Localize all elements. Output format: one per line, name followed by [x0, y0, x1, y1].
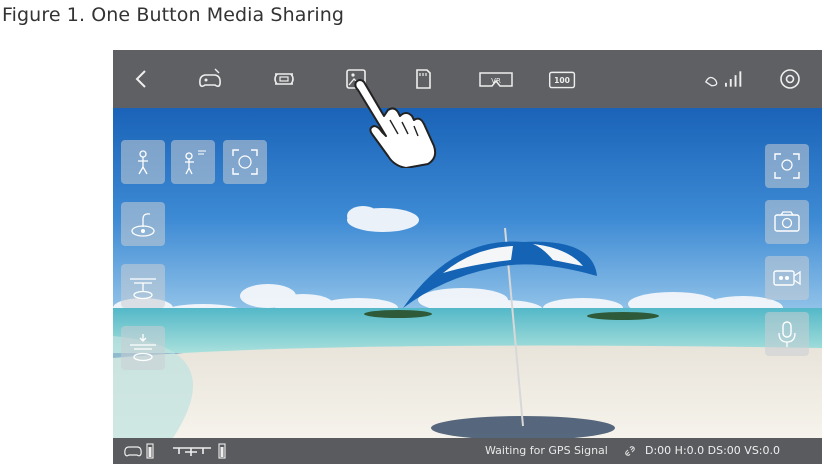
vr-button[interactable]: VR [475, 62, 517, 96]
svg-text:VR: VR [491, 77, 501, 85]
gimbal-follow-button[interactable] [121, 202, 165, 246]
drone-app-screen: VR 100 Waiting for GPS Signal D:00 H:0.0… [113, 50, 822, 464]
face-track-button[interactable] [223, 140, 267, 184]
video-record-icon [773, 270, 801, 286]
signal-status [701, 62, 749, 96]
camera-photo-button[interactable] [765, 200, 809, 244]
face-recognition-button[interactable] [765, 144, 809, 188]
gps-status-text: Waiting for GPS Signal [485, 444, 608, 457]
settings-gear-icon [780, 69, 800, 89]
camera-preview [113, 108, 822, 438]
back-button[interactable] [125, 62, 159, 96]
back-chevron-icon [135, 70, 146, 88]
takeoff-fast-button[interactable] [171, 140, 215, 184]
bottom-status-bar: Waiting for GPS Signal D:00 H:0.0 DS:00 … [113, 438, 822, 464]
drone-frame-button[interactable] [267, 62, 301, 96]
speed-100-icon: 100 [548, 71, 576, 89]
face-track-icon [232, 149, 258, 175]
takeoff-person-button[interactable] [121, 140, 165, 184]
drone-battery-icon [173, 443, 226, 459]
telemetry-readout: D:00 H:0.0 DS:00 VS:0.0 [645, 444, 780, 457]
figure-caption: Figure 1. One Button Media Sharing [2, 4, 345, 26]
takeoff-person-icon [138, 150, 148, 175]
top-toolbar: VR 100 [113, 50, 822, 108]
flight-controller-button[interactable] [193, 62, 227, 96]
takeoff-fast-icon [185, 150, 206, 175]
landing-mode-icon [130, 334, 156, 362]
vr-icon: VR [479, 72, 513, 87]
pointing-hand-icon [354, 79, 437, 168]
video-record-button[interactable] [765, 256, 809, 300]
camera-photo-icon [774, 211, 800, 232]
microphone-icon [778, 321, 796, 347]
propeller-mode-button[interactable] [121, 264, 165, 308]
controller-battery-icon [124, 443, 154, 459]
flight-controller-icon [199, 68, 221, 88]
svg-text:100: 100 [554, 76, 570, 85]
landing-mode-button[interactable] [121, 326, 165, 370]
signal-strength-icon [704, 71, 742, 87]
propeller-mode-icon [130, 278, 156, 300]
face-recognition-icon [774, 153, 800, 179]
drone-frame-icon [274, 73, 294, 85]
speed-button[interactable]: 100 [543, 62, 583, 96]
gimbal-follow-icon [131, 213, 155, 237]
settings-button[interactable] [773, 62, 807, 96]
microphone-button[interactable] [765, 312, 809, 356]
link-icon [625, 446, 635, 456]
